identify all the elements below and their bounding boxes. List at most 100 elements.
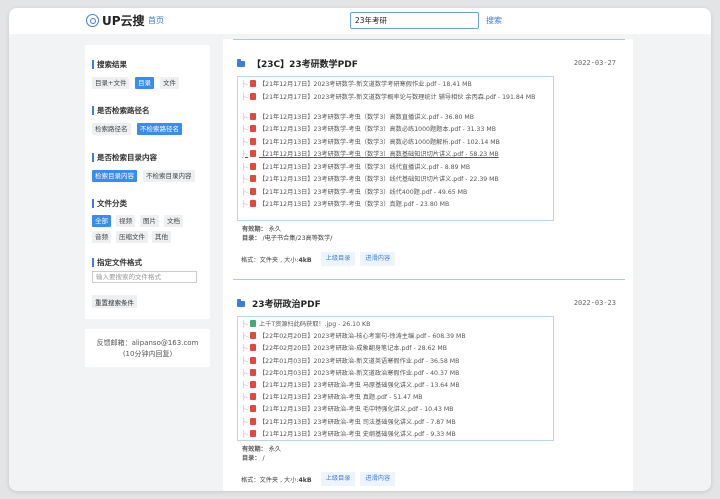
format-info: 格式：文件夹 , 大小:4kB xyxy=(241,256,312,264)
result-title[interactable]: 23考研政治PDF xyxy=(252,297,321,310)
logo[interactable]: UP云搜 xyxy=(86,12,145,29)
format-value: 文件夹 xyxy=(259,256,279,264)
validity-value: 永久 xyxy=(268,226,282,233)
search-input[interactable] xyxy=(350,12,479,29)
option-dir-only[interactable]: 目录 xyxy=(135,77,154,89)
tree-branch-icon: ├- xyxy=(242,430,248,438)
file-item[interactable]: ├- 【21年12月17日】2023考研数学-新文道数学概率论与数理统计 辅导相伙… xyxy=(242,92,551,102)
file-size: 22.39 MB xyxy=(469,176,499,183)
search-button[interactable]: 搜索 xyxy=(486,15,502,26)
card-divider xyxy=(233,279,625,280)
file-item[interactable]: ├- 【21年12月13日】23考研政治-考虫 真题.pdf - 51.47 MB xyxy=(242,393,551,402)
file-size: 8.89 MB xyxy=(444,163,471,171)
file-name: 【21年12月13日】23考研数学-考虫（数学3）高数基础知识切片讲义.pdf xyxy=(258,151,464,158)
tree-branch-icon: ├- xyxy=(242,201,248,208)
home-link[interactable]: 首页 xyxy=(148,15,164,26)
result-title[interactable]: 【23C】23考研数学PDF xyxy=(252,57,358,70)
option-dir-and-file[interactable]: 目录+文件 xyxy=(92,77,130,89)
reset-filters-button[interactable]: 重置搜索条件 xyxy=(92,295,137,308)
folder-icon xyxy=(237,299,245,307)
file-item[interactable]: ├- 【21年12月13日】23考研数学-考虫（数学3）高数必练1000题题本.p… xyxy=(242,125,551,134)
category-video[interactable]: 视频 xyxy=(116,215,135,227)
file-item[interactable]: ├- 上千T资源扫此码获取！.jpg - 26.10 KB xyxy=(242,320,551,329)
file-name: 【21年12月13日】23考研政治-考虫 马原基础强化讲义.pdf xyxy=(258,382,425,389)
format-info: 格式：文件夹 , 大小:4kB xyxy=(241,476,312,484)
enter-dir-button[interactable]: 进滑内容 xyxy=(360,252,396,266)
file-item[interactable]: ├- 【21年12月13日】23考研数学-考虫（数学3）线代400题.pdf - … xyxy=(242,187,551,197)
directory-value: / xyxy=(262,455,265,462)
file-item[interactable]: ├- 【21年12月13日】23考研政治-考虫 史纲基础强化讲义.pdf - 9.… xyxy=(242,429,551,439)
file-size: 31.33 MB xyxy=(466,126,496,133)
file-item[interactable]: ├- 【22年02月20日】2023考研政治-成象翻身笔记本.pdf - 28.6… xyxy=(242,344,551,353)
pdf-file-icon xyxy=(249,137,256,145)
category-image[interactable]: 图片 xyxy=(140,215,159,227)
file-item[interactable]: ├- 【21年12月13日】23考研数学-考虫（数学3）高数基础知识切片讲义.pd… xyxy=(242,150,551,159)
pdf-file-icon xyxy=(249,150,256,157)
pdf-file-icon xyxy=(249,175,256,182)
file-size: 13.64 MB xyxy=(430,382,460,389)
directory-line: 目录： /电子书合集/23高等数学/ xyxy=(242,234,332,243)
file-item[interactable]: ├- 【21年12月13日】23考研数学-考虫（数学3）高数直播讲义.pdf - … xyxy=(242,112,551,122)
pdf-file-icon xyxy=(249,356,256,364)
logo-text: UP云搜 xyxy=(102,14,145,28)
file-item[interactable]: ├- 【21年12月13日】23考研政治-考虫 毛中特强化讲义.pdf - 10.… xyxy=(242,405,551,414)
file-item[interactable]: ├- 【22年01月03日】2023考研政治-新文道英语寒假作业.pdf - 36… xyxy=(242,356,551,366)
file-item[interactable]: ├- 【22年02月20日】2023考研政治-核心考案句-徐涛主编.pdf - 6… xyxy=(242,332,551,341)
file-size: 608.39 MB xyxy=(432,333,466,341)
file-item[interactable]: ├- 【21年12月13日】23考研政治-考虫 马原基础强化讲义.pdf - 13… xyxy=(242,381,551,390)
pdf-file-icon xyxy=(249,417,256,425)
parent-dir-button[interactable]: 上级目录 xyxy=(320,472,356,486)
file-name: 【21年12月13日】23考研数学-考虫（数学3）高数必练1000题解析.pdf xyxy=(258,138,461,146)
tree-branch-icon: ├- xyxy=(242,113,248,121)
pdf-file-icon xyxy=(249,125,256,132)
file-size: 10.43 MB xyxy=(424,406,454,414)
file-item[interactable]: ├- 【21年12月17日】2023考研数学-新文道数学考研寒假作业.pdf - … xyxy=(242,80,551,89)
parent-dir-button[interactable]: 上级目录 xyxy=(320,252,356,266)
pdf-file-icon xyxy=(249,405,256,413)
directory-value: /电子书合集/23高等数学/ xyxy=(262,235,333,242)
tree-branch-icon: ├- xyxy=(242,333,248,341)
file-size: 49.65 MB xyxy=(438,188,468,196)
file-size: 40.37 MB xyxy=(430,369,460,377)
option-file-only[interactable]: 文件 xyxy=(160,77,179,89)
file-size: 23.80 MB xyxy=(420,201,450,208)
file-item[interactable]: ├- 【21年12月13日】23考研数学-考虫（数学3）真题.pdf - 23.8… xyxy=(242,200,551,209)
enter-dir-button[interactable]: 进滑内容 xyxy=(360,472,396,486)
file-item[interactable]: ├- 【21年12月13日】23考研政治-考虫 司法基础强化讲义.pdf - 7.… xyxy=(242,417,551,427)
category-other[interactable]: 其他 xyxy=(152,231,171,243)
file-size: 7.87 MB xyxy=(430,418,456,426)
option-search-path[interactable]: 检索路径名 xyxy=(92,123,131,135)
category-document[interactable]: 文档 xyxy=(164,215,183,227)
file-item[interactable]: ├- 【22年01月03日】2023考研政治-新文道政治寒假作业.pdf - 40… xyxy=(242,368,551,378)
result-footer: 格式：文件夹 , 大小:4kB 上级目录 进滑内容 xyxy=(237,472,554,486)
option-search-dir-content[interactable]: 检索目录内容 xyxy=(92,170,137,182)
file-size: 191.84 MB xyxy=(502,93,536,101)
file-item[interactable]: ├- 【21年12月13日】23考研数学-考虫（数学3）高数必练1000题解析.p… xyxy=(242,137,551,147)
pdf-file-icon xyxy=(249,332,256,340)
folder-icon xyxy=(237,59,245,67)
pdf-file-icon xyxy=(249,429,256,437)
file-name: 【22年02月20日】2023考研政治-成象翻身笔记本.pdf xyxy=(258,345,412,353)
file-name: 【21年12月13日】23考研政治-考虫 史纲基础强化讲义.pdf xyxy=(258,430,425,438)
logo-icon xyxy=(86,14,99,27)
category-all[interactable]: 全部 xyxy=(92,215,111,227)
file-item[interactable]: ├- 【21年12月13日】23考研数学-考虫（数学3）线代直播讲义.pdf - … xyxy=(242,162,551,172)
category-archive[interactable]: 压缩文件 xyxy=(116,231,148,243)
file-name: 【21年12月13日】23考研数学-考虫（数学3）真题.pdf xyxy=(258,201,414,208)
card-divider xyxy=(233,39,625,40)
result-date: 2022-03-27 xyxy=(573,59,616,67)
tree-branch-icon: ├- xyxy=(242,81,248,88)
pdf-file-icon xyxy=(249,344,256,352)
image-file-icon xyxy=(249,320,256,327)
file-ext-input[interactable] xyxy=(92,271,197,283)
option-no-search-dir-content[interactable]: 不检索目录内容 xyxy=(143,170,195,182)
pdf-file-icon xyxy=(249,200,256,207)
directory-line: 目录： / xyxy=(242,454,265,463)
result-date: 2022-03-23 xyxy=(573,299,616,307)
tree-branch-icon: ├- xyxy=(242,176,248,183)
option-no-search-path[interactable]: 不检索路径名 xyxy=(137,123,182,135)
file-item[interactable]: ├- 【21年12月13日】23考研数学-考虫（数学3）线代基础知识切片讲义.pd… xyxy=(242,175,551,184)
category-audio[interactable]: 音频 xyxy=(92,231,111,243)
validity-value: 永久 xyxy=(268,446,282,453)
tree-branch-icon: ├- xyxy=(242,151,248,158)
